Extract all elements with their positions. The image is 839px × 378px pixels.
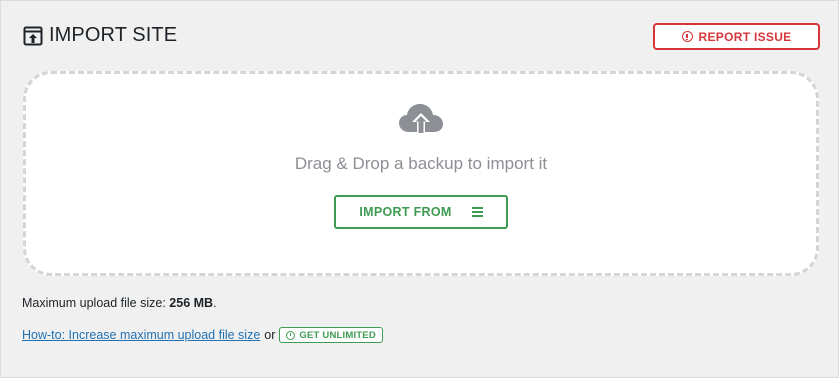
report-issue-button[interactable]: REPORT ISSUE bbox=[653, 23, 820, 50]
import-from-label: IMPORT FROM bbox=[359, 205, 452, 219]
clock-icon bbox=[286, 330, 296, 340]
max-upload-label: Maximum upload file size: bbox=[22, 296, 166, 310]
howto-increase-upload-link[interactable]: How-to: Increase maximum upload file siz… bbox=[22, 328, 260, 342]
max-upload-value: 256 MB bbox=[169, 296, 214, 310]
hamburger-menu-icon bbox=[471, 207, 483, 217]
page-title-text: IMPORT SITE bbox=[49, 24, 178, 46]
cloud-upload-icon bbox=[397, 100, 445, 145]
get-unlimited-label: GET UNLIMITED bbox=[299, 329, 376, 341]
import-site-icon bbox=[23, 26, 43, 46]
report-issue-label: REPORT ISSUE bbox=[698, 29, 792, 44]
import-from-button[interactable]: IMPORT FROM bbox=[334, 195, 508, 229]
page-title: IMPORT SITE bbox=[23, 24, 177, 47]
warning-circle-icon bbox=[681, 31, 693, 42]
max-upload-suffix: . bbox=[213, 296, 217, 310]
drop-instructions: Drag & Drop a backup to import it bbox=[294, 154, 548, 173]
import-site-panel: IMPORT SITE REPORT ISSUE Drag & Drop a b… bbox=[0, 0, 839, 378]
help-connector: or bbox=[264, 328, 276, 342]
help-row: How-to: Increase maximum upload file siz… bbox=[22, 327, 383, 343]
get-unlimited-button[interactable]: GET UNLIMITED bbox=[279, 327, 383, 343]
drop-zone[interactable]: Drag & Drop a backup to import it IMPORT… bbox=[23, 71, 819, 276]
max-upload-size: Maximum upload file size: 256 MB. bbox=[22, 296, 217, 310]
